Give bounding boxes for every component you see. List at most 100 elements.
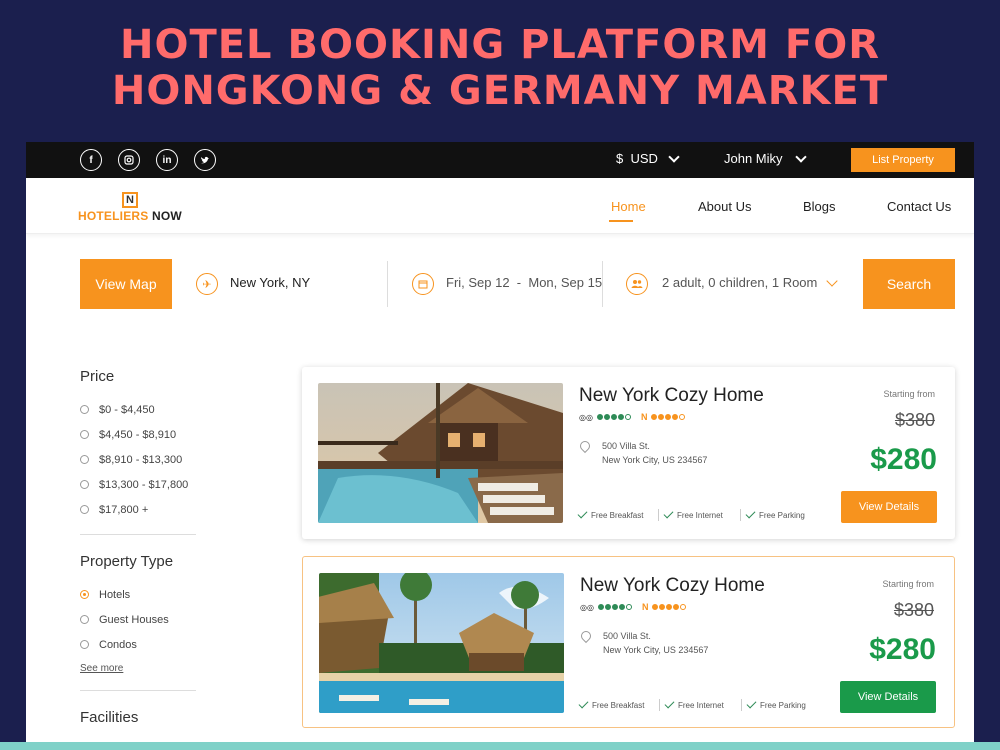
search-button[interactable]: Search — [863, 259, 955, 309]
radio-button[interactable] — [80, 430, 89, 439]
amenity-label: Free Internet — [677, 511, 723, 520]
divider — [387, 261, 388, 307]
check-icon — [663, 508, 674, 519]
social-links: f in — [80, 149, 216, 171]
hotel-photo[interactable] — [319, 573, 564, 713]
view-details-button[interactable]: View Details — [841, 491, 937, 523]
guests-selector[interactable]: 2 adult, 0 children, 1 Room — [662, 275, 817, 290]
hoteliers-now-rating — [652, 604, 687, 610]
amenity-label: Free Breakfast — [592, 701, 645, 710]
nav-home[interactable]: Home — [611, 199, 646, 214]
tripadvisor-rating — [597, 604, 632, 610]
amenity-parking: Free Parking — [746, 698, 806, 710]
address-line-2: New York City, US 234567 — [603, 645, 709, 655]
price-option[interactable]: $4,450 - $8,910 — [80, 422, 220, 447]
bottom-accent-strip — [0, 742, 1000, 750]
guests-icon — [626, 273, 648, 295]
list-property-button[interactable]: List Property — [851, 148, 955, 172]
hoteliers-now-rating — [651, 414, 686, 420]
tripadvisor-icon: ◎◎ — [579, 412, 593, 422]
nav-about[interactable]: About Us — [698, 199, 751, 214]
tripadvisor-rating — [596, 414, 631, 420]
check-icon — [664, 698, 675, 709]
hotel-name[interactable]: New York Cozy Home — [580, 575, 765, 597]
check-icon — [746, 698, 757, 709]
active-nav-indicator — [609, 220, 633, 222]
hotel-address: 500 Villa St. New York City, US 234567 — [603, 629, 708, 657]
logo[interactable]: N HOTELIERS NOW — [78, 192, 188, 223]
logo-mark: N — [122, 192, 138, 208]
radio-button[interactable] — [80, 640, 89, 649]
discounted-price: $280 — [870, 443, 937, 476]
hotel-card[interactable]: New York Cozy Home ◎◎ N 500 Villa St. Ne… — [302, 556, 955, 728]
price-filter-title: Price — [80, 368, 115, 385]
logo-text-now: NOW — [148, 209, 182, 223]
user-name: John Miky — [724, 151, 783, 166]
radio-button[interactable] — [80, 480, 89, 489]
property-option[interactable]: Hotels — [80, 582, 220, 607]
filter-sidebar: Price $0 - $4,450 $4,450 - $8,910 $8,910… — [80, 368, 220, 738]
starting-from-label: Starting from — [883, 389, 935, 399]
starting-from-label: Starting from — [882, 579, 934, 589]
location-input[interactable]: New York, NY — [230, 275, 310, 290]
nav-contact[interactable]: Contact Us — [887, 199, 951, 214]
twitter-icon[interactable] — [194, 149, 216, 171]
hoteliers-now-icon: N — [640, 412, 648, 422]
divider — [740, 509, 741, 521]
radio-button-selected[interactable] — [80, 590, 89, 599]
divider — [741, 699, 742, 711]
amenity-label: Free Internet — [678, 701, 724, 710]
price-option-label: $0 - $4,450 — [99, 403, 155, 416]
amenity-breakfast: Free Breakfast — [577, 508, 643, 520]
property-option-label: Guest Houses — [99, 613, 169, 626]
price-option[interactable]: $17,800 + — [80, 497, 220, 522]
price-option-label: $4,450 - $8,910 — [99, 428, 177, 441]
view-details-button[interactable]: View Details — [840, 681, 936, 713]
linkedin-icon[interactable]: in — [156, 149, 178, 171]
plane-icon: ✈ — [196, 273, 218, 295]
nav-blogs[interactable]: Blogs — [803, 199, 836, 214]
amenity-label: Free Parking — [760, 701, 806, 710]
address-line-1: 500 Villa St. — [603, 631, 651, 641]
instagram-icon[interactable] — [118, 149, 140, 171]
view-map-button[interactable]: View Map — [80, 259, 172, 309]
see-more-link[interactable]: See more — [80, 663, 220, 674]
property-option-label: Condos — [99, 638, 137, 651]
check-icon — [578, 698, 589, 709]
hotel-card[interactable]: New York Cozy Home ◎◎ N 500 Villa St. Ne… — [302, 367, 955, 539]
facebook-icon[interactable]: f — [80, 149, 102, 171]
property-option[interactable]: Condos — [80, 632, 220, 657]
main-nav: N HOTELIERS NOW Home About Us Blogs Cont… — [26, 178, 974, 234]
check-icon — [745, 508, 756, 519]
property-option-label: Hotels — [99, 588, 131, 601]
location-pin-icon — [577, 438, 593, 454]
divider — [602, 261, 603, 307]
price-option[interactable]: $13,300 - $17,800 — [80, 472, 220, 497]
amenity-internet: Free Internet — [663, 508, 723, 520]
price-option[interactable]: $8,910 - $13,300 — [80, 447, 220, 472]
hoteliers-now-icon: N — [641, 602, 649, 612]
search-bar: View Map ✈ New York, NY Fri, Sep 12 - Mo… — [80, 259, 955, 309]
chevron-down-icon — [668, 150, 680, 163]
radio-button[interactable] — [80, 455, 89, 464]
date-range-input[interactable]: Fri, Sep 12 - Mon, Sep 15 — [446, 275, 602, 290]
property-option[interactable]: Guest Houses — [80, 607, 220, 632]
radio-button[interactable] — [80, 405, 89, 414]
chevron-down-icon — [826, 275, 838, 287]
amenity-breakfast: Free Breakfast — [578, 698, 645, 710]
divider — [658, 509, 659, 521]
location-pin-icon — [578, 628, 594, 644]
facilities-title: Facilities — [80, 709, 139, 726]
headline-line-1: HOTEL BOOKING PLATFORM FOR — [119, 22, 881, 68]
tripadvisor-icon: ◎◎ — [580, 602, 594, 612]
hotel-photo[interactable] — [318, 383, 563, 523]
original-price: $380 — [893, 600, 934, 620]
hotel-name[interactable]: New York Cozy Home — [579, 385, 764, 407]
price-option[interactable]: $0 - $4,450 — [80, 397, 220, 422]
radio-button[interactable] — [80, 615, 89, 624]
hotel-address: 500 Villa St. New York City, US 234567 — [602, 439, 707, 467]
currency-selector[interactable]: $ USD — [616, 150, 680, 166]
user-menu[interactable]: John Miky — [724, 150, 807, 166]
discounted-price: $280 — [869, 633, 936, 666]
radio-button[interactable] — [80, 505, 89, 514]
